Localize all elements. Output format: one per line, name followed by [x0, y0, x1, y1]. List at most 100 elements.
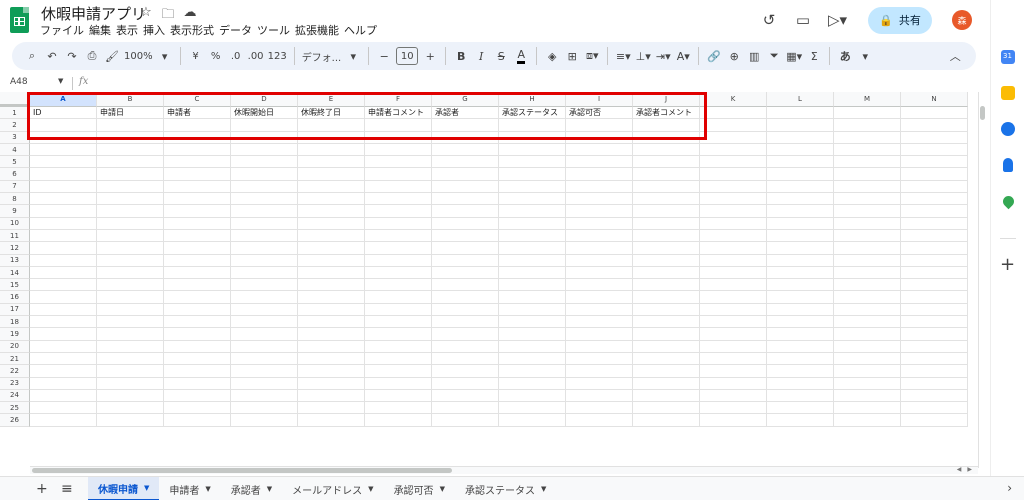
cell[interactable] [231, 291, 298, 304]
cell[interactable] [97, 279, 164, 292]
cell[interactable] [97, 266, 164, 280]
cell[interactable] [700, 303, 767, 317]
cell[interactable] [365, 377, 432, 390]
cell[interactable] [164, 266, 231, 280]
cell[interactable] [499, 279, 566, 292]
cell[interactable] [700, 266, 767, 280]
cell[interactable] [767, 205, 834, 218]
cell[interactable] [633, 254, 700, 267]
cell[interactable] [164, 193, 231, 206]
cell[interactable] [566, 229, 633, 243]
column-header-n[interactable]: N [901, 92, 968, 107]
cell[interactable] [700, 180, 767, 194]
print-icon[interactable]: ⎙ [82, 45, 102, 67]
row-header[interactable]: 23 [0, 377, 30, 390]
cell[interactable] [164, 365, 231, 378]
fill-color-icon[interactable]: ◈ [542, 45, 562, 67]
cell[interactable] [767, 352, 834, 366]
cell[interactable] [834, 377, 901, 390]
menu-format[interactable]: 表示形式 [170, 22, 219, 38]
cell[interactable] [298, 389, 365, 403]
column-header-f[interactable]: F [365, 92, 432, 107]
cell[interactable] [834, 193, 901, 206]
row-header[interactable]: 15 [0, 279, 30, 292]
cell[interactable] [164, 217, 231, 230]
cell[interactable] [164, 340, 231, 353]
percent-format-button[interactable]: % [206, 45, 226, 67]
cell[interactable] [365, 156, 432, 169]
cell[interactable] [97, 193, 164, 206]
font-caret-icon[interactable]: ▾ [343, 45, 363, 67]
menu-help[interactable]: ヘルプ [344, 22, 382, 38]
sheet-tab[interactable]: 承認可否 ▼ [384, 477, 455, 500]
sheet-tab-caret-icon[interactable]: ▼ [368, 485, 373, 493]
cell[interactable] [298, 340, 365, 353]
cell[interactable] [633, 389, 700, 403]
cell[interactable] [767, 303, 834, 317]
cell[interactable] [365, 131, 432, 144]
cell[interactable] [700, 414, 767, 427]
cell[interactable] [432, 193, 499, 206]
cell[interactable] [499, 156, 566, 169]
cell[interactable] [700, 365, 767, 378]
cell[interactable] [298, 131, 365, 144]
column-header-c[interactable]: C [164, 92, 231, 107]
cell[interactable] [834, 229, 901, 243]
cell[interactable] [499, 291, 566, 304]
row-header[interactable]: 19 [0, 328, 30, 341]
cell[interactable] [566, 291, 633, 304]
cell[interactable] [767, 229, 834, 243]
cell[interactable] [231, 377, 298, 390]
text-rotation-icon[interactable]: A▾ [673, 45, 693, 67]
cell[interactable] [432, 377, 499, 390]
cell[interactable] [432, 352, 499, 366]
cell[interactable] [901, 119, 968, 132]
cell[interactable]: 承認者コメント [633, 107, 700, 120]
cell[interactable] [566, 205, 633, 218]
cell[interactable] [499, 193, 566, 206]
cell[interactable] [432, 229, 499, 243]
cell[interactable] [700, 193, 767, 206]
cell[interactable] [164, 279, 231, 292]
sheet-tab[interactable]: 申請者 ▼ [159, 477, 220, 500]
row-header[interactable]: 3 [0, 131, 30, 144]
cell[interactable] [700, 389, 767, 403]
cell[interactable] [432, 131, 499, 144]
cell[interactable] [901, 193, 968, 206]
cell[interactable] [365, 352, 432, 366]
share-button[interactable]: 🔒 共有 [868, 6, 932, 34]
column-header-i[interactable]: I [566, 92, 633, 107]
cell[interactable] [700, 156, 767, 169]
cell[interactable] [298, 156, 365, 169]
paint-format-icon[interactable]: 🖌 [102, 45, 122, 67]
cell[interactable] [499, 328, 566, 341]
cell[interactable] [633, 352, 700, 366]
cell[interactable] [432, 365, 499, 378]
cell[interactable] [499, 168, 566, 181]
row-header[interactable]: 20 [0, 340, 30, 353]
cell[interactable] [700, 340, 767, 353]
cell[interactable] [901, 279, 968, 292]
row-header[interactable]: 5 [0, 156, 30, 169]
cell[interactable] [365, 119, 432, 132]
cell[interactable] [298, 291, 365, 304]
cell[interactable] [566, 217, 633, 230]
column-header-b[interactable]: B [97, 92, 164, 107]
cell[interactable] [834, 328, 901, 341]
cell[interactable] [566, 279, 633, 292]
cell[interactable] [30, 340, 97, 353]
cell[interactable] [901, 377, 968, 390]
cell[interactable] [566, 352, 633, 366]
cell[interactable] [97, 328, 164, 341]
cell[interactable] [633, 217, 700, 230]
row-header[interactable]: 4 [0, 143, 30, 157]
cell[interactable] [97, 205, 164, 218]
row-header[interactable]: 26 [0, 414, 30, 427]
redo-icon[interactable]: ↷ [62, 45, 82, 67]
cell[interactable] [834, 168, 901, 181]
cell[interactable] [298, 217, 365, 230]
number-format-button[interactable]: 123 [266, 45, 289, 67]
cell[interactable] [231, 229, 298, 243]
calendar-icon[interactable] [1001, 50, 1015, 64]
row-header[interactable]: 24 [0, 389, 30, 403]
